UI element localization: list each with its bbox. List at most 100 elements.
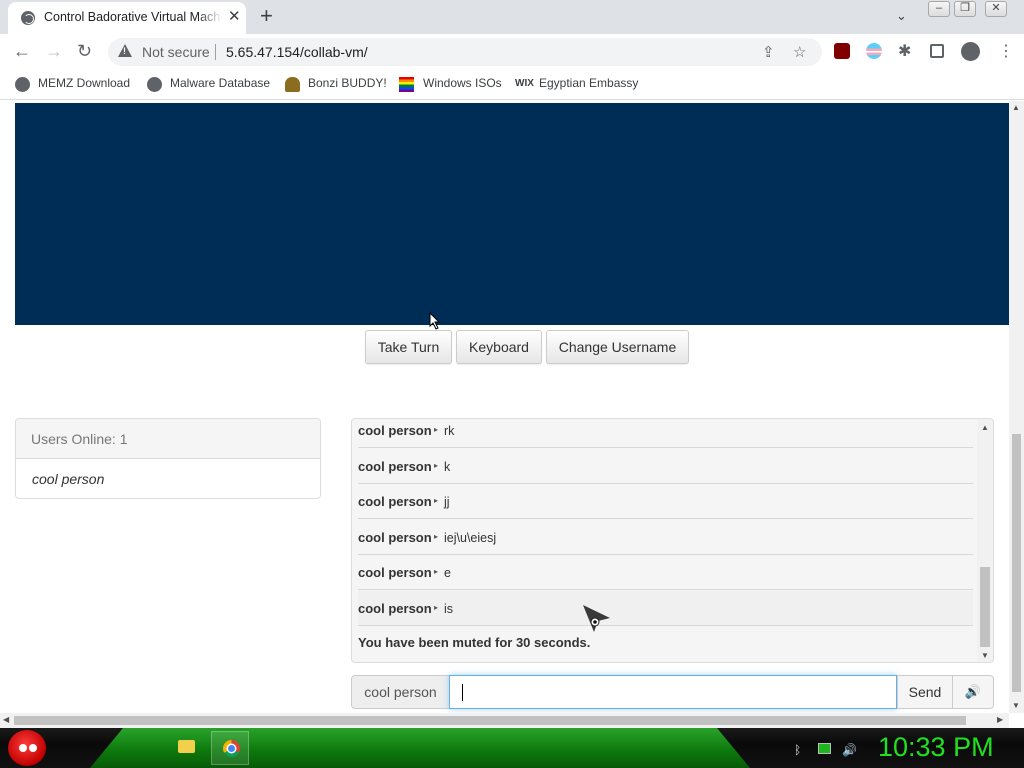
mouse-pointer-icon — [429, 312, 441, 330]
share-icon[interactable]: ⇪ — [762, 43, 775, 61]
chrome-icon — [223, 740, 240, 757]
rainbow-flag-icon — [399, 77, 414, 92]
users-online-panel: Users Online: 1 cool person — [15, 418, 321, 499]
bookmark-malware-db[interactable]: Malware Database — [170, 76, 270, 90]
extension-flag-icon[interactable] — [866, 43, 882, 59]
reload-icon[interactable]: ↻ — [77, 41, 92, 61]
url-text[interactable]: 5.65.47.154/collab-vm/ — [226, 44, 368, 60]
tray-bluetooth-icon[interactable]: ᛒ — [794, 743, 801, 757]
text-caret — [462, 684, 463, 701]
chat-scroll-thumb[interactable] — [980, 567, 990, 647]
close-window-button[interactable]: ✕ — [985, 1, 1007, 17]
chat-text: e — [444, 566, 451, 580]
tab-title: Control Badorative Virtual Machine — [44, 10, 222, 24]
globe-icon — [21, 11, 35, 25]
chat-username: cool person — [358, 459, 432, 474]
chat-username: cool person — [358, 494, 432, 509]
tab-strip: Control Badorative Virtual Machine ✕ + ⌄… — [0, 0, 1024, 34]
page-horizontal-thumb[interactable] — [14, 716, 966, 725]
tab-close-icon[interactable]: ✕ — [228, 9, 241, 25]
user-list-item[interactable]: cool person — [32, 471, 104, 487]
collabvm-page: Take Turn Keyboard Change Username Users… — [0, 101, 1009, 713]
chat-text: rk — [444, 424, 455, 438]
bookmark-egyptian-embassy[interactable]: Egyptian Embassy — [539, 76, 638, 90]
bookmarks-bar: MEMZ Download Malware Database Bonzi BUD… — [0, 70, 1024, 100]
back-arrow-icon[interactable]: ← — [13, 41, 31, 61]
scroll-right-arrow-icon[interactable]: ▶ — [997, 715, 1003, 724]
minimize-button[interactable]: – — [928, 1, 950, 17]
taskbar: ᛒ 🔊 10:33 PM — [0, 728, 1024, 768]
bookmark-windows-isos[interactable]: Windows ISOs — [423, 76, 502, 90]
scroll-up-arrow-icon[interactable]: ▲ — [1012, 103, 1020, 112]
speaker-icon[interactable]: 🔊 — [952, 675, 994, 709]
tray-volume-icon[interactable]: 🔊 — [842, 743, 857, 757]
chat-message: cool person ▸ jj — [358, 484, 973, 519]
chat-arrow-icon: ▸ — [434, 461, 439, 470]
profile-avatar-icon[interactable] — [961, 42, 980, 61]
page-vertical-scrollbar[interactable]: ▲ ▼ — [1009, 101, 1024, 713]
address-bar[interactable]: Not secure 5.65.47.154/collab-vm/ ⇪ ☆ — [108, 38, 822, 66]
scroll-down-arrow-icon[interactable]: ▼ — [1012, 701, 1020, 710]
scroll-up-arrow-icon[interactable]: ▲ — [981, 423, 989, 432]
scroll-down-arrow-icon[interactable]: ▼ — [981, 651, 989, 660]
start-button-angry-bird-icon[interactable] — [8, 730, 46, 766]
restore-button[interactable]: ❐ — [954, 1, 976, 17]
page-vertical-thumb[interactable] — [1012, 434, 1021, 692]
scroll-left-arrow-icon[interactable]: ◀ — [3, 715, 9, 724]
chat-scrollbar[interactable]: ▲ ▼ — [977, 419, 993, 662]
menu-dots-icon[interactable]: ⋮ — [998, 42, 1014, 62]
chat-text: k — [444, 460, 451, 474]
folder-icon — [178, 740, 195, 753]
forward-arrow-icon[interactable]: → — [45, 41, 63, 61]
globe-icon — [15, 77, 30, 92]
chat-arrow-icon: ▸ — [434, 425, 439, 434]
bookmark-star-icon[interactable]: ☆ — [793, 43, 806, 61]
chat-username-label: cool person — [351, 675, 450, 709]
taskbar-explorer[interactable] — [168, 731, 206, 765]
chat-text: is — [444, 602, 454, 616]
chat-username: cool person — [358, 601, 432, 616]
chat-panel[interactable]: cool person ▸ rk cool person ▸ k cool pe… — [351, 418, 994, 663]
chat-message: cool person ▸ e — [358, 555, 973, 590]
users-online-header: Users Online: 1 — [16, 419, 320, 459]
browser-toolbar: ← → ↻ Not secure 5.65.47.154/collab-vm/ … — [0, 34, 1024, 70]
chat-username: cool person — [358, 423, 432, 438]
divider — [215, 44, 216, 60]
sidepanel-icon[interactable] — [930, 44, 944, 58]
tray-network-icon[interactable] — [818, 743, 831, 754]
chat-input[interactable] — [449, 675, 897, 709]
keyboard-button[interactable]: Keyboard — [456, 330, 542, 364]
new-tab-button[interactable]: + — [260, 5, 273, 27]
send-button[interactable]: Send — [897, 675, 953, 709]
extensions-puzzle-icon[interactable]: ✱ — [898, 42, 911, 62]
taskbar-chrome[interactable] — [211, 731, 249, 765]
taskbar-clock[interactable]: 10:33 PM — [878, 732, 994, 763]
tab-search-chevron-icon[interactable]: ⌄ — [896, 8, 907, 24]
chat-message: cool person ▸ is — [358, 591, 973, 626]
security-label[interactable]: Not secure — [142, 44, 210, 60]
wix-icon: WIX — [515, 78, 534, 89]
chat-text: jj — [444, 495, 450, 509]
bonzi-icon — [285, 77, 300, 92]
eye-cursor-icon — [583, 605, 610, 632]
chat-message: cool person ▸ k — [358, 449, 973, 484]
page-horizontal-scrollbar[interactable]: ◀ ▶ — [0, 713, 1009, 728]
change-username-button[interactable]: Change Username — [546, 330, 689, 364]
bookmark-memz[interactable]: MEMZ Download — [38, 76, 130, 90]
chat-message: cool person ▸ rk — [358, 419, 973, 448]
chat-username: cool person — [358, 530, 432, 545]
vm-display[interactable] — [15, 103, 1009, 325]
chat-arrow-icon: ▸ — [434, 532, 439, 541]
ublock-icon[interactable] — [834, 43, 850, 59]
chat-input-group: cool person Send 🔊 — [351, 675, 994, 709]
browser-tab[interactable]: Control Badorative Virtual Machine ✕ — [8, 2, 246, 34]
take-turn-button[interactable]: Take Turn — [365, 330, 452, 364]
bookmark-bonzi[interactable]: Bonzi BUDDY! — [308, 76, 387, 90]
chat-text: iej\u\eiesj — [444, 531, 497, 545]
chat-arrow-icon: ▸ — [434, 496, 439, 505]
chat-arrow-icon: ▸ — [434, 603, 439, 612]
chat-message: cool person ▸ iej\u\eiesj — [358, 520, 973, 555]
warning-icon — [118, 44, 132, 57]
chat-username: cool person — [358, 565, 432, 580]
chat-arrow-icon: ▸ — [434, 567, 439, 576]
